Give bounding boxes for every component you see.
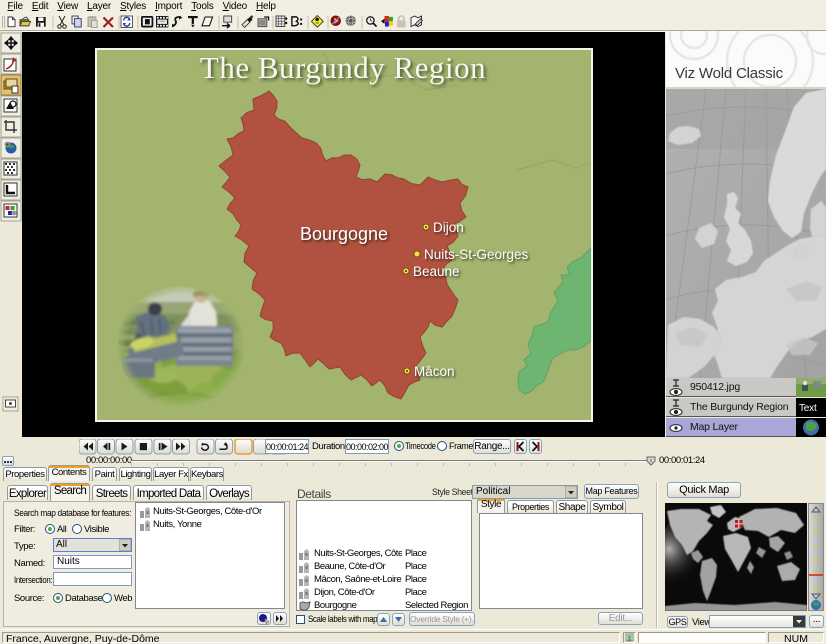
svg-text:Nuits-St-Georges: Nuits-St-Georges — [424, 247, 529, 262]
svg-text:The Burgundy Region: The Burgundy Region — [200, 50, 486, 85]
svg-text:Dijon: Dijon — [433, 220, 464, 235]
svg-text:Viz Wold Classic: Viz Wold Classic — [675, 65, 784, 82]
svg-text:Mâcon: Mâcon — [414, 364, 455, 379]
svg-text:Text: Text — [799, 403, 817, 414]
svg-text:Beaune: Beaune — [413, 264, 460, 279]
svg-text:Bourgogne: Bourgogne — [300, 224, 388, 244]
